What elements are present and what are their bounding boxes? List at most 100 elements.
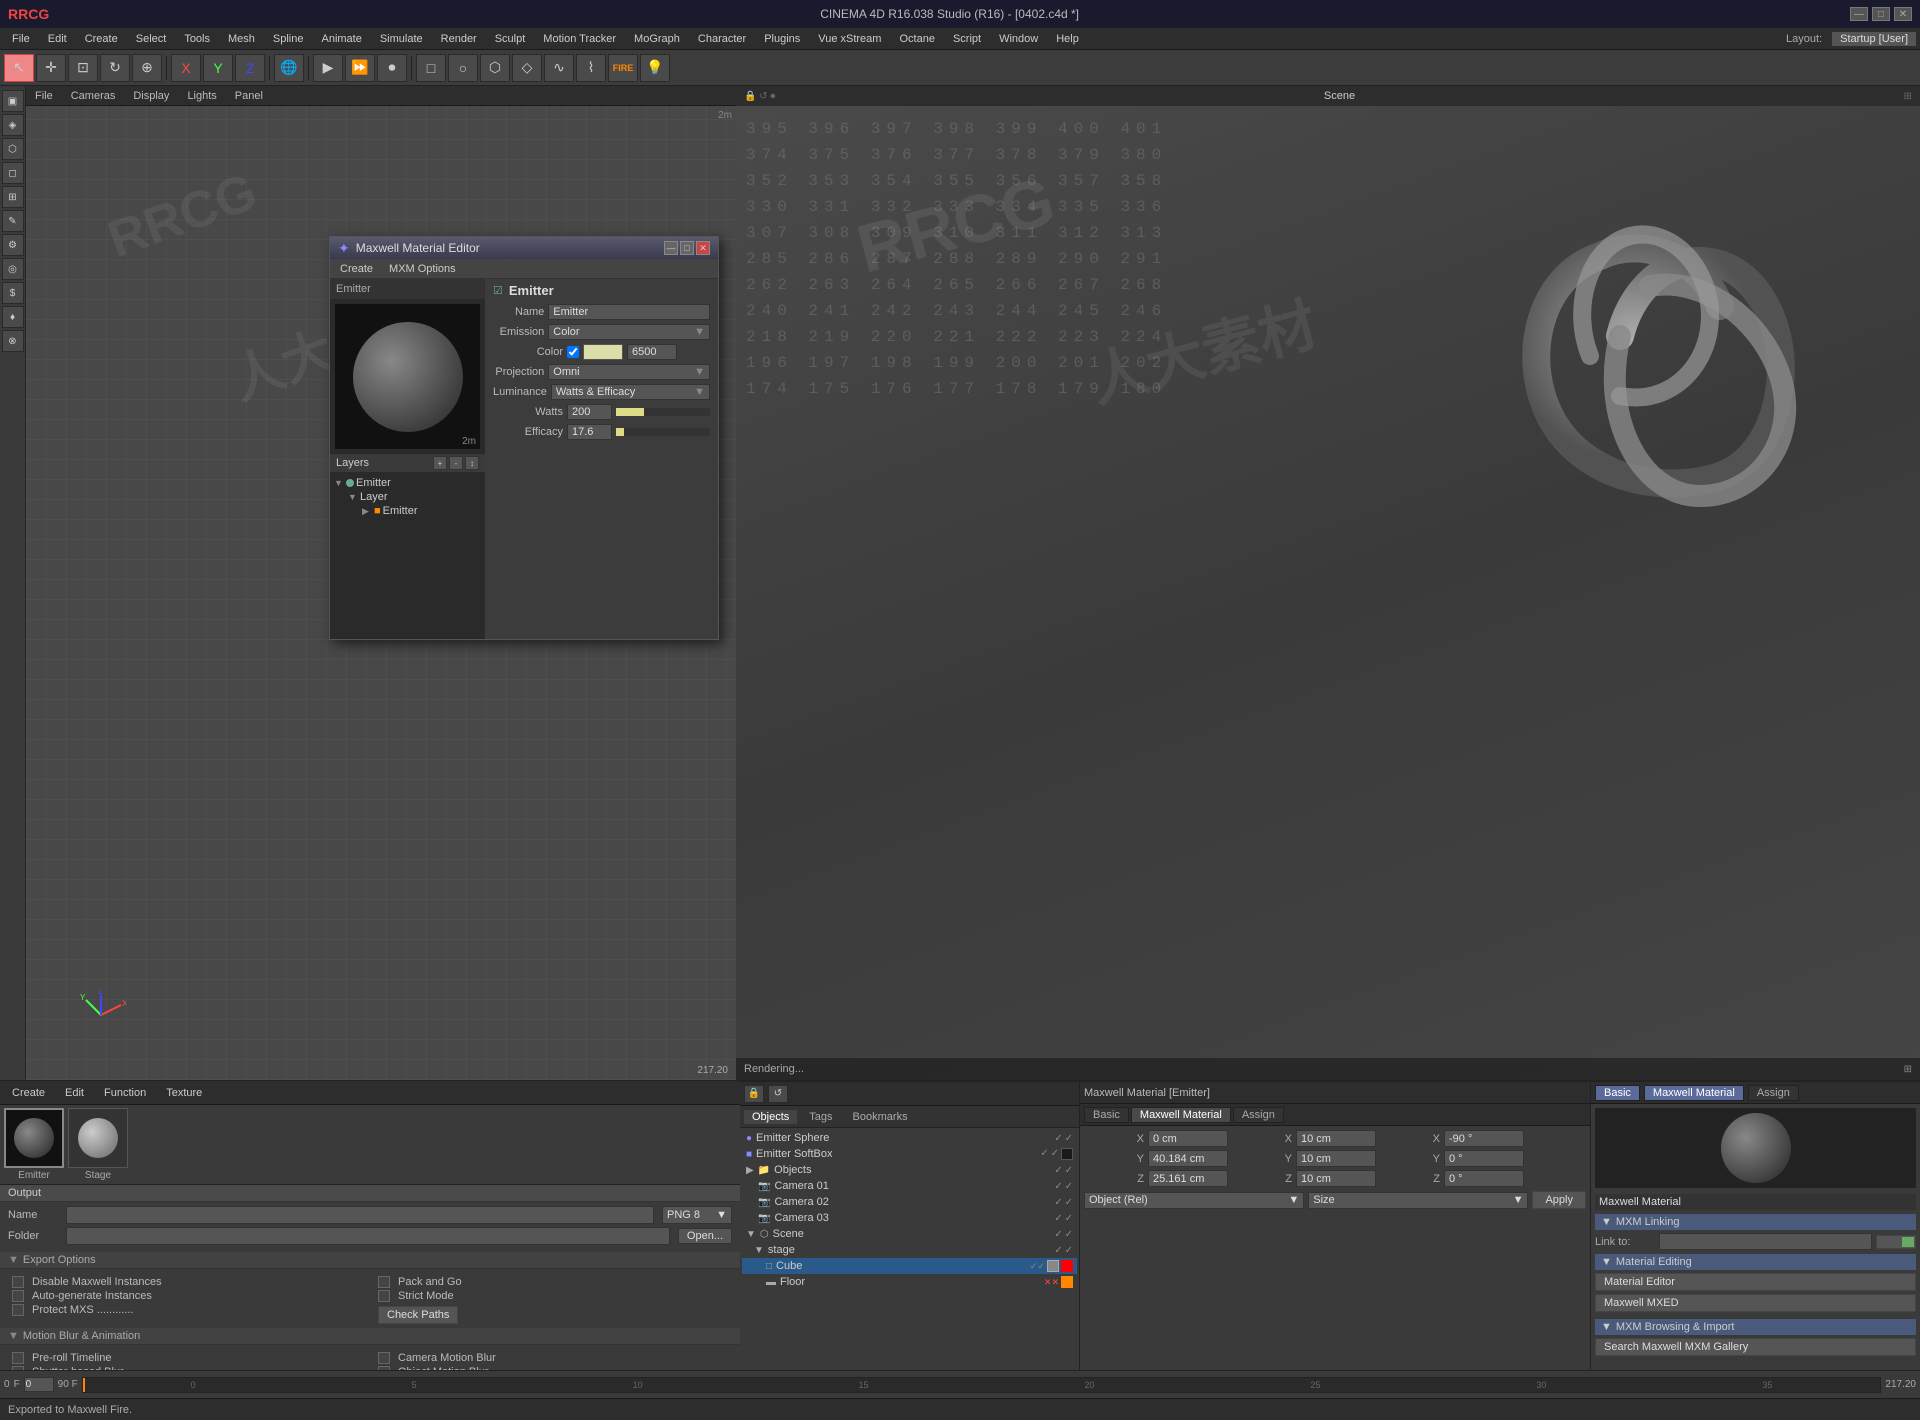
emitter-checkbox[interactable]: ☑ [493, 284, 503, 297]
shutter-check[interactable] [12, 1366, 24, 1370]
props-tab-basic[interactable]: Basic [1084, 1107, 1129, 1123]
disable-maxwell-check[interactable] [12, 1276, 24, 1288]
tool-cube[interactable]: □ [416, 54, 446, 82]
menu-edit[interactable]: Edit [40, 31, 75, 47]
tree-item-objects[interactable]: ▶ 📁 Objects ✓ ✓ [742, 1162, 1077, 1178]
menu-sculpt[interactable]: Sculpt [487, 31, 534, 47]
sidebar-btn-10[interactable]: ♦ [2, 306, 24, 328]
rot-y-input[interactable] [1444, 1150, 1524, 1167]
mm-tab-basic[interactable]: Basic [1595, 1085, 1640, 1101]
tree-item-scene[interactable]: ▼ ⬡ Scene ✓ ✓ [742, 1226, 1077, 1242]
menu-select[interactable]: Select [128, 31, 175, 47]
menu-character[interactable]: Character [690, 31, 754, 47]
mme-close[interactable]: ✕ [696, 241, 710, 255]
menu-script[interactable]: Script [945, 31, 989, 47]
mxm-toggle[interactable] [1876, 1235, 1916, 1249]
tree-item-camera03[interactable]: 📷 Camera 03 ✓ ✓ [742, 1210, 1077, 1226]
menu-spline[interactable]: Spline [265, 31, 312, 47]
tab-bookmarks[interactable]: Bookmarks [845, 1110, 916, 1124]
mm-tab-assign[interactable]: Assign [1748, 1085, 1799, 1101]
menu-vue[interactable]: Vue xStream [810, 31, 889, 47]
efficacy-input[interactable] [567, 424, 612, 440]
menu-animate[interactable]: Animate [313, 31, 369, 47]
menu-simulate[interactable]: Simulate [372, 31, 431, 47]
mat-create[interactable]: Create [4, 1085, 53, 1101]
mat-edit[interactable]: Edit [57, 1085, 92, 1101]
output-folder-input[interactable] [66, 1227, 670, 1245]
size-z-input[interactable] [1296, 1170, 1376, 1187]
viewport-file-tab[interactable]: File [30, 90, 58, 102]
so-icon-1[interactable]: 🔒 [744, 1085, 764, 1103]
color-swatch[interactable] [583, 344, 623, 360]
tool-cylinder[interactable]: ⬡ [480, 54, 510, 82]
mme-minimize[interactable]: — [664, 241, 678, 255]
menu-mesh[interactable]: Mesh [220, 31, 263, 47]
tree-item-stage[interactable]: ▼ stage ✓ ✓ [742, 1242, 1077, 1258]
menu-motion-tracker[interactable]: Motion Tracker [535, 31, 624, 47]
output-name-input[interactable] [66, 1206, 654, 1224]
color-value-input[interactable] [627, 344, 677, 360]
mm-tab-maxwell[interactable]: Maxwell Material [1644, 1085, 1744, 1101]
tree-emitter-group[interactable]: ▼ Emitter [334, 476, 481, 490]
check-paths-btn[interactable]: Check Paths [378, 1306, 458, 1324]
tree-item-floor[interactable]: ▬ Floor ✕✕ [742, 1274, 1077, 1290]
props-tab-maxwell[interactable]: Maxwell Material [1131, 1107, 1231, 1123]
menu-octane[interactable]: Octane [891, 31, 942, 47]
tool-scale[interactable]: ⊡ [68, 54, 98, 82]
output-format-dropdown[interactable]: PNG 8 ▼ [662, 1206, 732, 1224]
close-button[interactable]: ✕ [1894, 7, 1912, 21]
tool-select[interactable]: ↖ [4, 54, 34, 82]
menu-mograph[interactable]: MoGraph [626, 31, 688, 47]
viewport-cameras-tab[interactable]: Cameras [66, 90, 121, 102]
menu-help[interactable]: Help [1048, 31, 1087, 47]
tab-tags[interactable]: Tags [801, 1110, 840, 1124]
object-blur-check[interactable] [378, 1366, 390, 1370]
pos-y-input[interactable] [1148, 1150, 1228, 1167]
menu-window[interactable]: Window [991, 31, 1046, 47]
tree-emitter-leaf[interactable]: ▶ ■ Emitter [334, 504, 481, 518]
mme-maximize[interactable]: □ [680, 241, 694, 255]
browse-import-header[interactable]: ▼ MXM Browsing & Import [1595, 1319, 1916, 1335]
field-dropdown-projection[interactable]: Omni ▼ [548, 364, 710, 380]
camera-blur-check[interactable] [378, 1352, 390, 1364]
tool-x[interactable]: X [171, 54, 201, 82]
tool-fx[interactable]: FIRE [608, 54, 638, 82]
menu-render[interactable]: Render [433, 31, 485, 47]
tool-move[interactable]: ✛ [36, 54, 66, 82]
pos-x-input[interactable] [1148, 1130, 1228, 1147]
tree-layer[interactable]: ▼ Layer [334, 490, 481, 504]
tool-z[interactable]: Z [235, 54, 265, 82]
tool-object[interactable]: ⊕ [132, 54, 162, 82]
mat-thumb-emitter[interactable]: Emitter [4, 1108, 64, 1181]
pos-z-input[interactable] [1148, 1170, 1228, 1187]
tool-deform[interactable]: ⌇ [576, 54, 606, 82]
tool-sphere[interactable]: ○ [448, 54, 478, 82]
sidebar-btn-5[interactable]: ⊞ [2, 186, 24, 208]
tool-world[interactable]: 🌐 [274, 54, 304, 82]
maximize-button[interactable]: □ [1872, 7, 1890, 21]
sidebar-btn-1[interactable]: ▣ [2, 90, 24, 112]
efficacy-track[interactable] [616, 428, 710, 436]
tree-item-emitter-softbox[interactable]: ■ Emitter SoftBox ✓ ✓ [742, 1146, 1077, 1162]
layer-remove-icon[interactable]: - [449, 456, 463, 470]
layer-move-icon[interactable]: ↕ [465, 456, 479, 470]
tool-record[interactable]: ⏺ [377, 54, 407, 82]
strict-mode-check[interactable] [378, 1290, 390, 1302]
sidebar-btn-6[interactable]: ✎ [2, 210, 24, 232]
timeline-track[interactable]: 0 5 10 15 20 25 30 35 [82, 1377, 1882, 1393]
export-options-header[interactable]: ▼ Export Options [0, 1252, 740, 1269]
size-mode-dropdown[interactable]: Size ▼ [1308, 1192, 1528, 1209]
tree-item-camera01[interactable]: 📷 Camera 01 ✓ ✓ [742, 1178, 1077, 1194]
tool-play[interactable]: ▶ [313, 54, 343, 82]
mat-thumb-stage[interactable]: Stage [68, 1108, 128, 1181]
so-icon-2[interactable]: ↺ [768, 1085, 788, 1103]
viewport-panel-tab[interactable]: Panel [230, 90, 268, 102]
field-dropdown-emission[interactable]: Color ▼ [548, 324, 710, 340]
pre-roll-check[interactable] [12, 1352, 24, 1364]
tool-playback[interactable]: ⏩ [345, 54, 375, 82]
watts-input[interactable] [567, 404, 612, 420]
viewport-lights-tab[interactable]: Lights [182, 90, 221, 102]
watts-track[interactable] [616, 408, 710, 416]
sidebar-btn-11[interactable]: ⊗ [2, 330, 24, 352]
apply-button[interactable]: Apply [1532, 1191, 1586, 1209]
